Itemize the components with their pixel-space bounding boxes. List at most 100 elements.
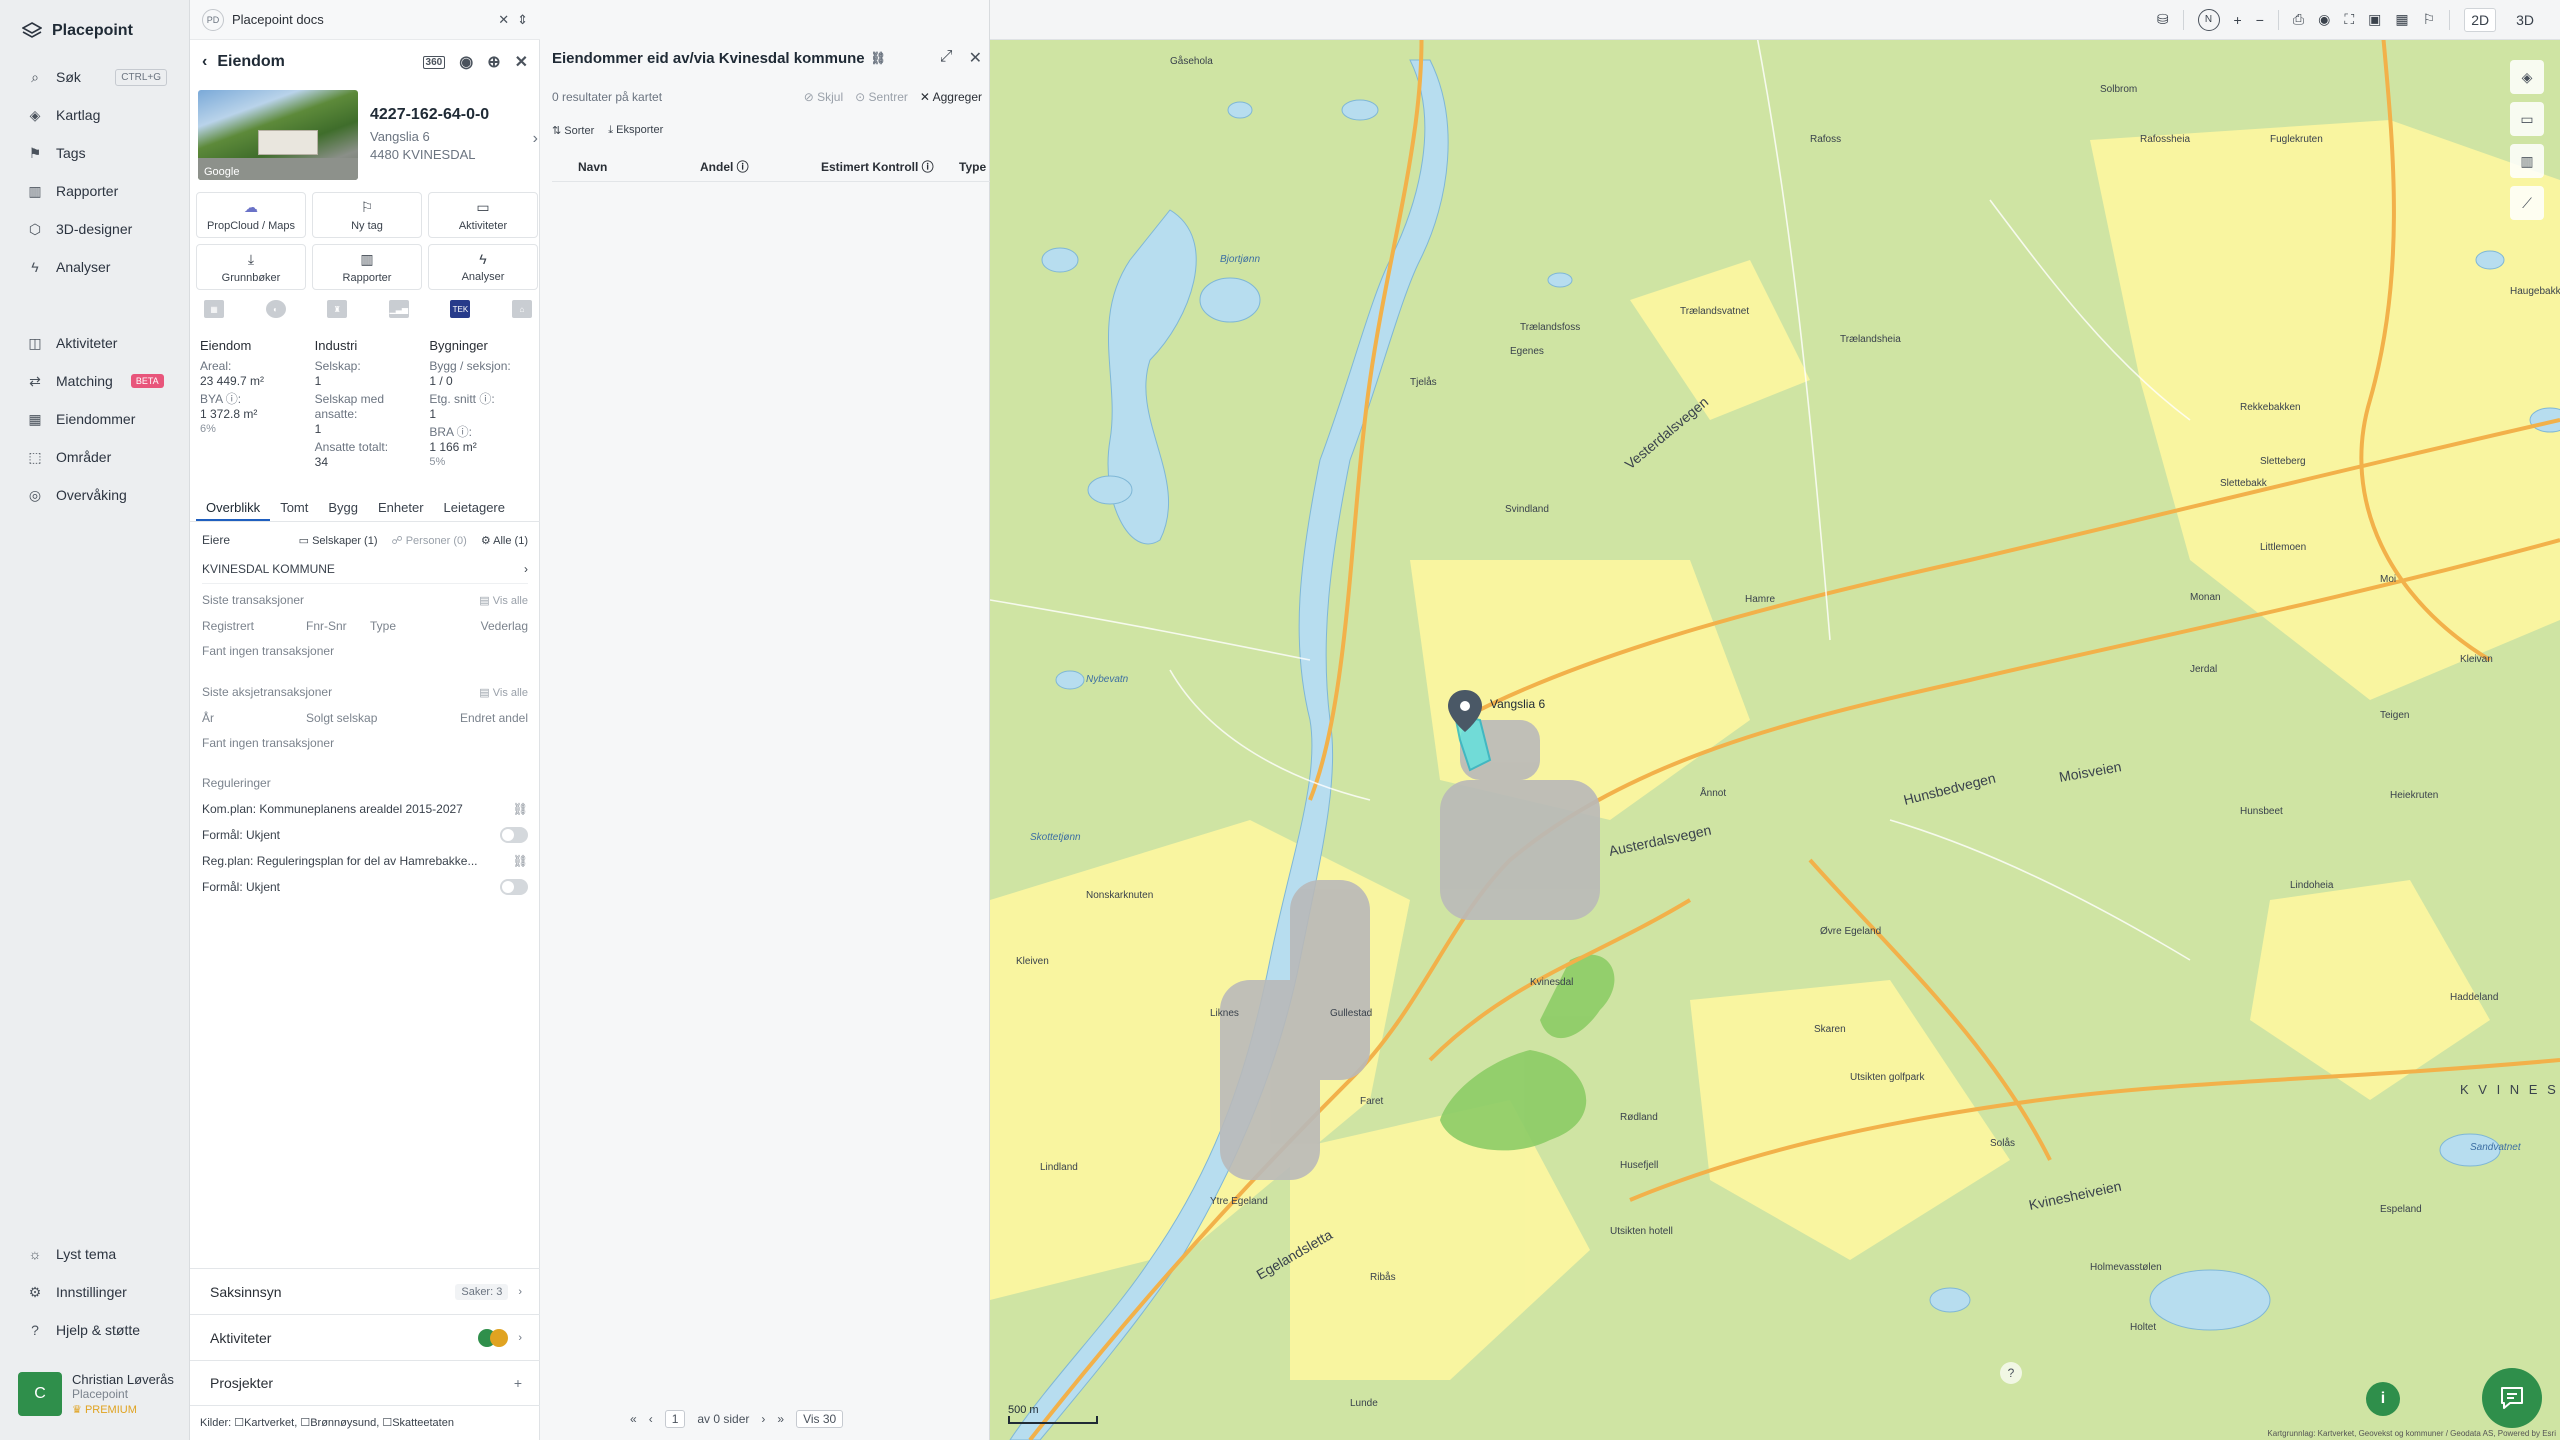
- brand[interactable]: Placepoint: [0, 0, 189, 58]
- nav-analyses[interactable]: ϟ Analyser: [0, 248, 189, 286]
- last-page-icon[interactable]: »: [777, 1412, 784, 1426]
- nav-3d-designer[interactable]: ⬡ 3D-designer: [0, 210, 189, 248]
- propcloud-button[interactable]: ☁ PropCloud / Maps: [196, 192, 306, 238]
- expand-icon[interactable]: ⤢: [940, 48, 953, 68]
- layers-toggle-icon[interactable]: ◈: [2510, 60, 2544, 94]
- page-input[interactable]: 1: [664, 1410, 686, 1428]
- activities-button[interactable]: ▭ Aktiviteter: [428, 192, 538, 238]
- chat-button[interactable]: [2482, 1368, 2542, 1428]
- map-help-icon[interactable]: ?: [2000, 1362, 2022, 1384]
- tab-overview[interactable]: Overblikk: [196, 496, 271, 521]
- prev-page-icon[interactable]: ‹: [649, 1412, 653, 1426]
- factory-badge-icon[interactable]: ♜: [327, 300, 348, 318]
- show-all-link[interactable]: ▤ Vis alle: [479, 686, 528, 699]
- land-registry-button[interactable]: ⤓ Grunnbøker: [196, 244, 306, 290]
- aggregate-button[interactable]: ✕ Aggreger: [920, 90, 982, 104]
- nav-activities[interactable]: ◫ Aktiviteter: [0, 324, 189, 362]
- zoom-out-icon[interactable]: −: [2256, 12, 2264, 28]
- eye-icon[interactable]: ◉: [2318, 11, 2330, 28]
- column-type[interactable]: Type: [959, 160, 986, 174]
- link-icon[interactable]: ⛓: [513, 854, 528, 868]
- nav-monitoring[interactable]: ◎ Overvåking: [0, 476, 189, 514]
- accordion-projects[interactable]: Prosjekter +: [190, 1360, 540, 1406]
- tab-units[interactable]: Enheter: [368, 496, 434, 521]
- sort-button[interactable]: ⇅ Sorter: [552, 124, 594, 137]
- column-name[interactable]: Navn: [578, 160, 700, 174]
- nav-help[interactable]: ? Hjelp & støtte: [0, 1311, 190, 1349]
- nav-map-layers[interactable]: ◈ Kartlag: [0, 96, 189, 134]
- eye-icon[interactable]: ◉: [459, 52, 473, 72]
- workspace-name[interactable]: Placepoint docs: [232, 12, 324, 27]
- first-page-icon[interactable]: «: [630, 1412, 637, 1426]
- column-control[interactable]: Estimert Kontroll ⓘ: [821, 158, 959, 175]
- chevron-updown-icon[interactable]: ⇕: [517, 12, 528, 28]
- tab-plot[interactable]: Tomt: [270, 496, 318, 521]
- 360-icon[interactable]: 360: [422, 55, 446, 69]
- hide-button[interactable]: ⊘ Skjul: [804, 90, 843, 104]
- accordion-case-access[interactable]: Saksinnsyn Saker: 3 ›: [190, 1268, 540, 1314]
- map-canvas[interactable]: Vangslia 6 Gåsehola Solbrom Rafoss Rafos…: [990, 0, 2560, 1440]
- regulation-toggle[interactable]: [500, 879, 528, 895]
- tab-buildings[interactable]: Bygg: [318, 496, 368, 521]
- filter-companies[interactable]: ▭ Selskaper (1): [299, 534, 378, 547]
- bookmark-icon[interactable]: ⚐: [2423, 11, 2436, 28]
- close-icon[interactable]: ✕: [498, 12, 509, 28]
- show-all-link[interactable]: ▤ Vis alle: [479, 594, 528, 607]
- nav-light-theme[interactable]: ☼ Lyst tema: [0, 1235, 190, 1273]
- basemap-icon[interactable]: ▭: [2510, 102, 2544, 136]
- reports-button[interactable]: ▥ Rapporter: [312, 244, 422, 290]
- filter-persons[interactable]: ☍ Personer (0): [392, 534, 467, 547]
- bars-badge-icon[interactable]: ▁▃▅: [388, 300, 409, 318]
- print-icon[interactable]: ⎙: [2293, 11, 2304, 28]
- link-icon[interactable]: ⛓: [513, 802, 528, 816]
- grid-badge-icon[interactable]: ▦: [204, 300, 224, 318]
- measure-icon[interactable]: ⟋: [2510, 186, 2544, 220]
- grid-icon[interactable]: ▦: [2395, 11, 2408, 28]
- street-view-photo[interactable]: Google: [198, 90, 358, 180]
- north-compass-icon[interactable]: N: [2197, 8, 2220, 31]
- new-tag-button[interactable]: ⚐ Ny tag: [312, 192, 422, 238]
- nav-areas[interactable]: ⬚ Områder: [0, 438, 189, 476]
- back-icon[interactable]: ‹: [202, 53, 207, 71]
- center-button[interactable]: ⊙ Sentrer: [855, 90, 908, 104]
- filter-all[interactable]: ⚙ Alle (1): [481, 534, 528, 547]
- camera-icon[interactable]: ▣: [2368, 11, 2381, 28]
- stack-icon[interactable]: ⛁: [2157, 11, 2169, 28]
- column-share[interactable]: Andel ⓘ: [700, 158, 821, 175]
- export-button[interactable]: ⤓ Eksporter: [608, 124, 663, 137]
- nav-properties[interactable]: ▦ Eiendommer: [0, 400, 189, 438]
- tek-badge[interactable]: TEK: [450, 300, 471, 318]
- nav-tags[interactable]: ⚑ Tags: [0, 134, 189, 172]
- per-page-select[interactable]: Vis 30: [796, 1410, 844, 1428]
- tab-tenants[interactable]: Leietagere: [434, 496, 515, 521]
- nav-search[interactable]: ⌕ Søk CTRL+G: [0, 58, 189, 96]
- nav-matching[interactable]: ⇄ Matching BETA: [0, 362, 189, 400]
- mode-2d-button[interactable]: 2D: [2464, 7, 2497, 32]
- map-view[interactable]: Vangslia 6 Gåsehola Solbrom Rafoss Rafos…: [990, 0, 2560, 1440]
- property-summary[interactable]: Google 4227-162-64-0-0 Vangslia 6 4480 K…: [198, 90, 538, 180]
- chevron-right-icon[interactable]: ›: [533, 130, 538, 180]
- close-icon[interactable]: ✕: [969, 48, 982, 68]
- info-button[interactable]: i: [2366, 1382, 2400, 1416]
- regulation-plan[interactable]: Reg.plan: Reguleringsplan for del av Ham…: [202, 848, 528, 874]
- chart-icon[interactable]: ▥: [2510, 144, 2544, 178]
- link-icon[interactable]: ⛓: [871, 51, 886, 65]
- close-icon[interactable]: ✕: [515, 52, 528, 72]
- globe-badge-icon[interactable]: ◐: [265, 300, 286, 318]
- next-page-icon[interactable]: ›: [761, 1412, 765, 1426]
- home-badge-icon[interactable]: ⌂: [511, 300, 532, 318]
- add-project-icon[interactable]: +: [514, 1375, 522, 1391]
- analyses-button[interactable]: ϟ Analyser: [428, 244, 538, 290]
- accordion-activities[interactable]: Aktiviteter ›: [190, 1314, 540, 1360]
- user-card[interactable]: C Christian Løverås Placepoint ♛ PREMIUM: [18, 1372, 174, 1416]
- owner-row[interactable]: KVINESDAL KOMMUNE ›: [202, 554, 528, 584]
- nav-settings[interactable]: ⚙ Innstillinger: [0, 1273, 190, 1311]
- nav-reports[interactable]: ▥ Rapporter: [0, 172, 189, 210]
- add-circle-icon[interactable]: ⊕: [487, 52, 500, 72]
- nav-label: Innstillinger: [56, 1284, 127, 1300]
- regulation-toggle[interactable]: [500, 827, 528, 843]
- fullscreen-icon[interactable]: ⛶: [2344, 11, 2354, 28]
- zoom-in-icon[interactable]: +: [2234, 12, 2242, 28]
- mode-3d-button[interactable]: 3D: [2510, 9, 2540, 31]
- regulation-plan[interactable]: Kom.plan: Kommuneplanens arealdel 2015-2…: [202, 796, 528, 822]
